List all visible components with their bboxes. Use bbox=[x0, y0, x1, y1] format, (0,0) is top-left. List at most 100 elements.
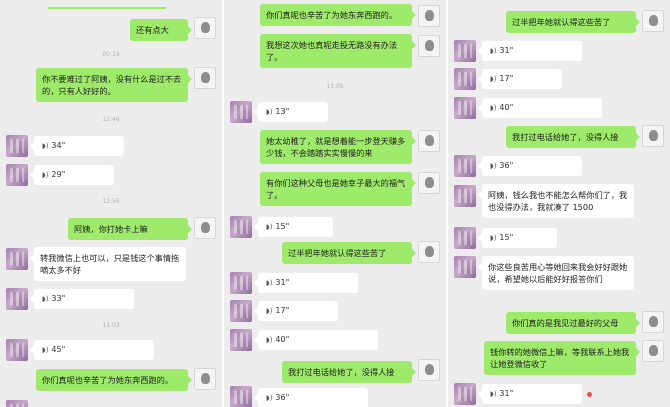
my-avatar[interactable] bbox=[642, 311, 664, 333]
voice-wave-icon: ◗) bbox=[490, 162, 497, 170]
my-avatar[interactable] bbox=[418, 35, 440, 57]
voice-wave-icon: ◗) bbox=[266, 307, 273, 315]
my-avatar[interactable] bbox=[418, 359, 440, 381]
voice-wave-icon: ◗) bbox=[42, 142, 49, 150]
chat-screenshots: 还有点大 00:19 你不要难过了阿姨，没有什么是过不去的，只有人好好的。 12… bbox=[0, 0, 670, 407]
my-avatar[interactable] bbox=[642, 125, 664, 147]
message-bubble-sent[interactable]: 你们真呢也辛苦了为她东奔西跑的。 bbox=[36, 369, 192, 391]
chat-panel-3[interactable]: 过半把年她就认得这些苦了 ◗) 31" ◗) 17" ◗) 40" 我打过电话给她了，… bbox=[448, 0, 670, 407]
message-bubble-sent[interactable]: 我打过电话给她了，没得人接 bbox=[282, 361, 416, 383]
contact-avatar[interactable] bbox=[454, 40, 476, 62]
message-bubble-sent[interactable]: 我打过电话给她了，没得人接 bbox=[506, 126, 640, 148]
my-avatar[interactable] bbox=[194, 17, 216, 39]
my-avatar[interactable] bbox=[194, 217, 216, 239]
contact-avatar[interactable] bbox=[230, 300, 252, 322]
message-bubble-sent[interactable]: 阿姨，你打她卡上嘛 bbox=[68, 218, 192, 240]
my-avatar[interactable] bbox=[418, 172, 440, 194]
voice-message[interactable]: ◗) 17" bbox=[254, 301, 338, 321]
chat-panel-2[interactable]: 你们真呢也辛苦了为她东奔西跑的。 我想这次她也真呢走投无路没有办法了。 13:0… bbox=[224, 0, 446, 407]
message-bubble-sent[interactable]: 你们真的是我见过最好的父母 bbox=[506, 312, 640, 334]
message-bubble-received[interactable]: 转我微信上也可以，只是钱这个事情拖嘀太多不好 bbox=[30, 247, 186, 281]
voice-message[interactable]: ◗) 40" bbox=[478, 98, 602, 118]
message-bubble-sent[interactable]: 还有点大 bbox=[130, 19, 192, 41]
voice-wave-icon: ◗) bbox=[42, 171, 49, 179]
my-avatar[interactable] bbox=[418, 241, 440, 263]
contact-avatar[interactable] bbox=[454, 68, 476, 90]
voice-message[interactable]: ◗) 15" bbox=[254, 217, 333, 237]
contact-avatar[interactable] bbox=[454, 227, 476, 249]
contact-avatar[interactable] bbox=[230, 272, 252, 294]
unread-dot bbox=[587, 392, 592, 397]
voice-duration: 31" bbox=[275, 278, 290, 287]
message-bubble-sent[interactable]: 我想这次她也真呢走投无路没有办法了。 bbox=[260, 34, 416, 68]
contact-avatar[interactable] bbox=[230, 216, 252, 238]
my-avatar[interactable] bbox=[194, 67, 216, 89]
voice-message[interactable]: ◗) 40" bbox=[254, 330, 378, 350]
timestamp: 00:19 bbox=[102, 51, 120, 58]
message-bubble-sent[interactable]: 你不要难过了阿姨，没有什么是过不去的，只有人好好的。 bbox=[36, 68, 192, 102]
voice-duration: 36" bbox=[275, 393, 290, 402]
voice-duration: 31" bbox=[499, 389, 514, 398]
voice-duration: 15" bbox=[499, 233, 514, 242]
message-bubble-sent[interactable]: 有你们这种父母也是她幸子最大的福气了。 bbox=[260, 172, 416, 206]
voice-message[interactable]: ◗) 15" bbox=[478, 228, 557, 248]
voice-duration: 31" bbox=[499, 46, 514, 55]
contact-avatar[interactable] bbox=[6, 135, 28, 157]
contact-avatar[interactable] bbox=[230, 101, 252, 123]
contact-avatar[interactable] bbox=[6, 288, 28, 310]
voice-duration: 29" bbox=[51, 170, 66, 179]
message-bubble-sent[interactable]: 你们真呢也辛苦了为她东奔西跑的。 bbox=[260, 4, 416, 26]
voice-message[interactable]: ◗) 29" bbox=[30, 165, 114, 185]
chat-panel-1[interactable]: 还有点大 00:19 你不要难过了阿姨，没有什么是过不去的，只有人好好的。 12… bbox=[0, 0, 222, 407]
contact-avatar[interactable] bbox=[6, 248, 28, 270]
voice-duration: 36" bbox=[499, 161, 514, 170]
my-avatar[interactable] bbox=[418, 130, 440, 152]
voice-wave-icon: ◗) bbox=[266, 108, 273, 116]
message-bubble-sent[interactable]: 过半把年她就认得这些苦了 bbox=[282, 242, 416, 264]
voice-wave-icon: ◗) bbox=[490, 104, 497, 112]
voice-duration: 17" bbox=[499, 74, 514, 83]
voice-message[interactable]: ◗) 33" bbox=[30, 289, 134, 309]
voice-wave-icon: ◗) bbox=[266, 279, 273, 287]
voice-message[interactable]: ◗) 36" bbox=[478, 156, 582, 176]
voice-message[interactable]: ◗) 34" bbox=[30, 136, 124, 156]
voice-message[interactable]: ◗) 36" bbox=[254, 388, 368, 407]
voice-wave-icon: ◗) bbox=[490, 47, 497, 55]
my-avatar[interactable] bbox=[642, 10, 664, 32]
timestamp: 13:03 bbox=[102, 322, 120, 329]
my-avatar[interactable] bbox=[418, 5, 440, 27]
contact-avatar[interactable] bbox=[454, 97, 476, 119]
contact-avatar[interactable] bbox=[6, 400, 28, 407]
voice-wave-icon: ◗) bbox=[490, 390, 497, 398]
my-avatar[interactable] bbox=[194, 368, 216, 390]
message-bubble-sent[interactable]: 她太幼稚了，就是想着能一步登天赚多少钱，不会踏踏实实慢慢的来 bbox=[260, 130, 416, 164]
contact-avatar[interactable] bbox=[454, 155, 476, 177]
message-bubble-sent[interactable]: 过半把年她就认得这些苦了 bbox=[506, 11, 640, 33]
message-bubble-sent[interactable]: 钱你转的她微信上嘛，等我联系上她我让她登微信收了 bbox=[484, 341, 640, 375]
timestamp: 12:56 bbox=[102, 198, 120, 205]
contact-avatar[interactable] bbox=[454, 185, 476, 207]
voice-wave-icon: ◗) bbox=[42, 346, 49, 354]
message-bubble-received[interactable]: 你这些良苦用心等她回来我会好好跟她说，希望她以后能好好报答你们 bbox=[478, 256, 634, 290]
voice-message[interactable]: ◗) 31" bbox=[478, 384, 582, 404]
voice-message[interactable]: ◗) 31" bbox=[478, 41, 582, 61]
voice-wave-icon: ◗) bbox=[490, 75, 497, 83]
message-bubble-received[interactable]: 阿姨，钱么我也不能怎么帮你们了，我也没得办法，我就凑了 1500 bbox=[478, 184, 634, 218]
my-avatar[interactable] bbox=[642, 340, 664, 362]
voice-message[interactable]: ◗) 13" bbox=[254, 102, 328, 122]
voice-duration: 15" bbox=[275, 222, 290, 231]
contact-avatar[interactable] bbox=[454, 256, 476, 278]
voice-message[interactable]: ◗) 17" bbox=[478, 69, 562, 89]
contact-avatar[interactable] bbox=[6, 339, 28, 361]
voice-wave-icon: ◗) bbox=[490, 234, 497, 242]
contact-avatar[interactable] bbox=[454, 383, 476, 405]
voice-duration: 33" bbox=[51, 294, 66, 303]
contact-avatar[interactable] bbox=[230, 386, 252, 407]
voice-duration: 45" bbox=[51, 345, 66, 354]
contact-avatar[interactable] bbox=[6, 164, 28, 186]
voice-duration: 13" bbox=[275, 107, 290, 116]
contact-avatar[interactable] bbox=[230, 329, 252, 351]
voice-message[interactable]: ◗) 31" bbox=[254, 273, 358, 293]
timestamp: 13:05 bbox=[326, 83, 344, 90]
voice-message[interactable]: ◗) 45" bbox=[30, 340, 154, 360]
